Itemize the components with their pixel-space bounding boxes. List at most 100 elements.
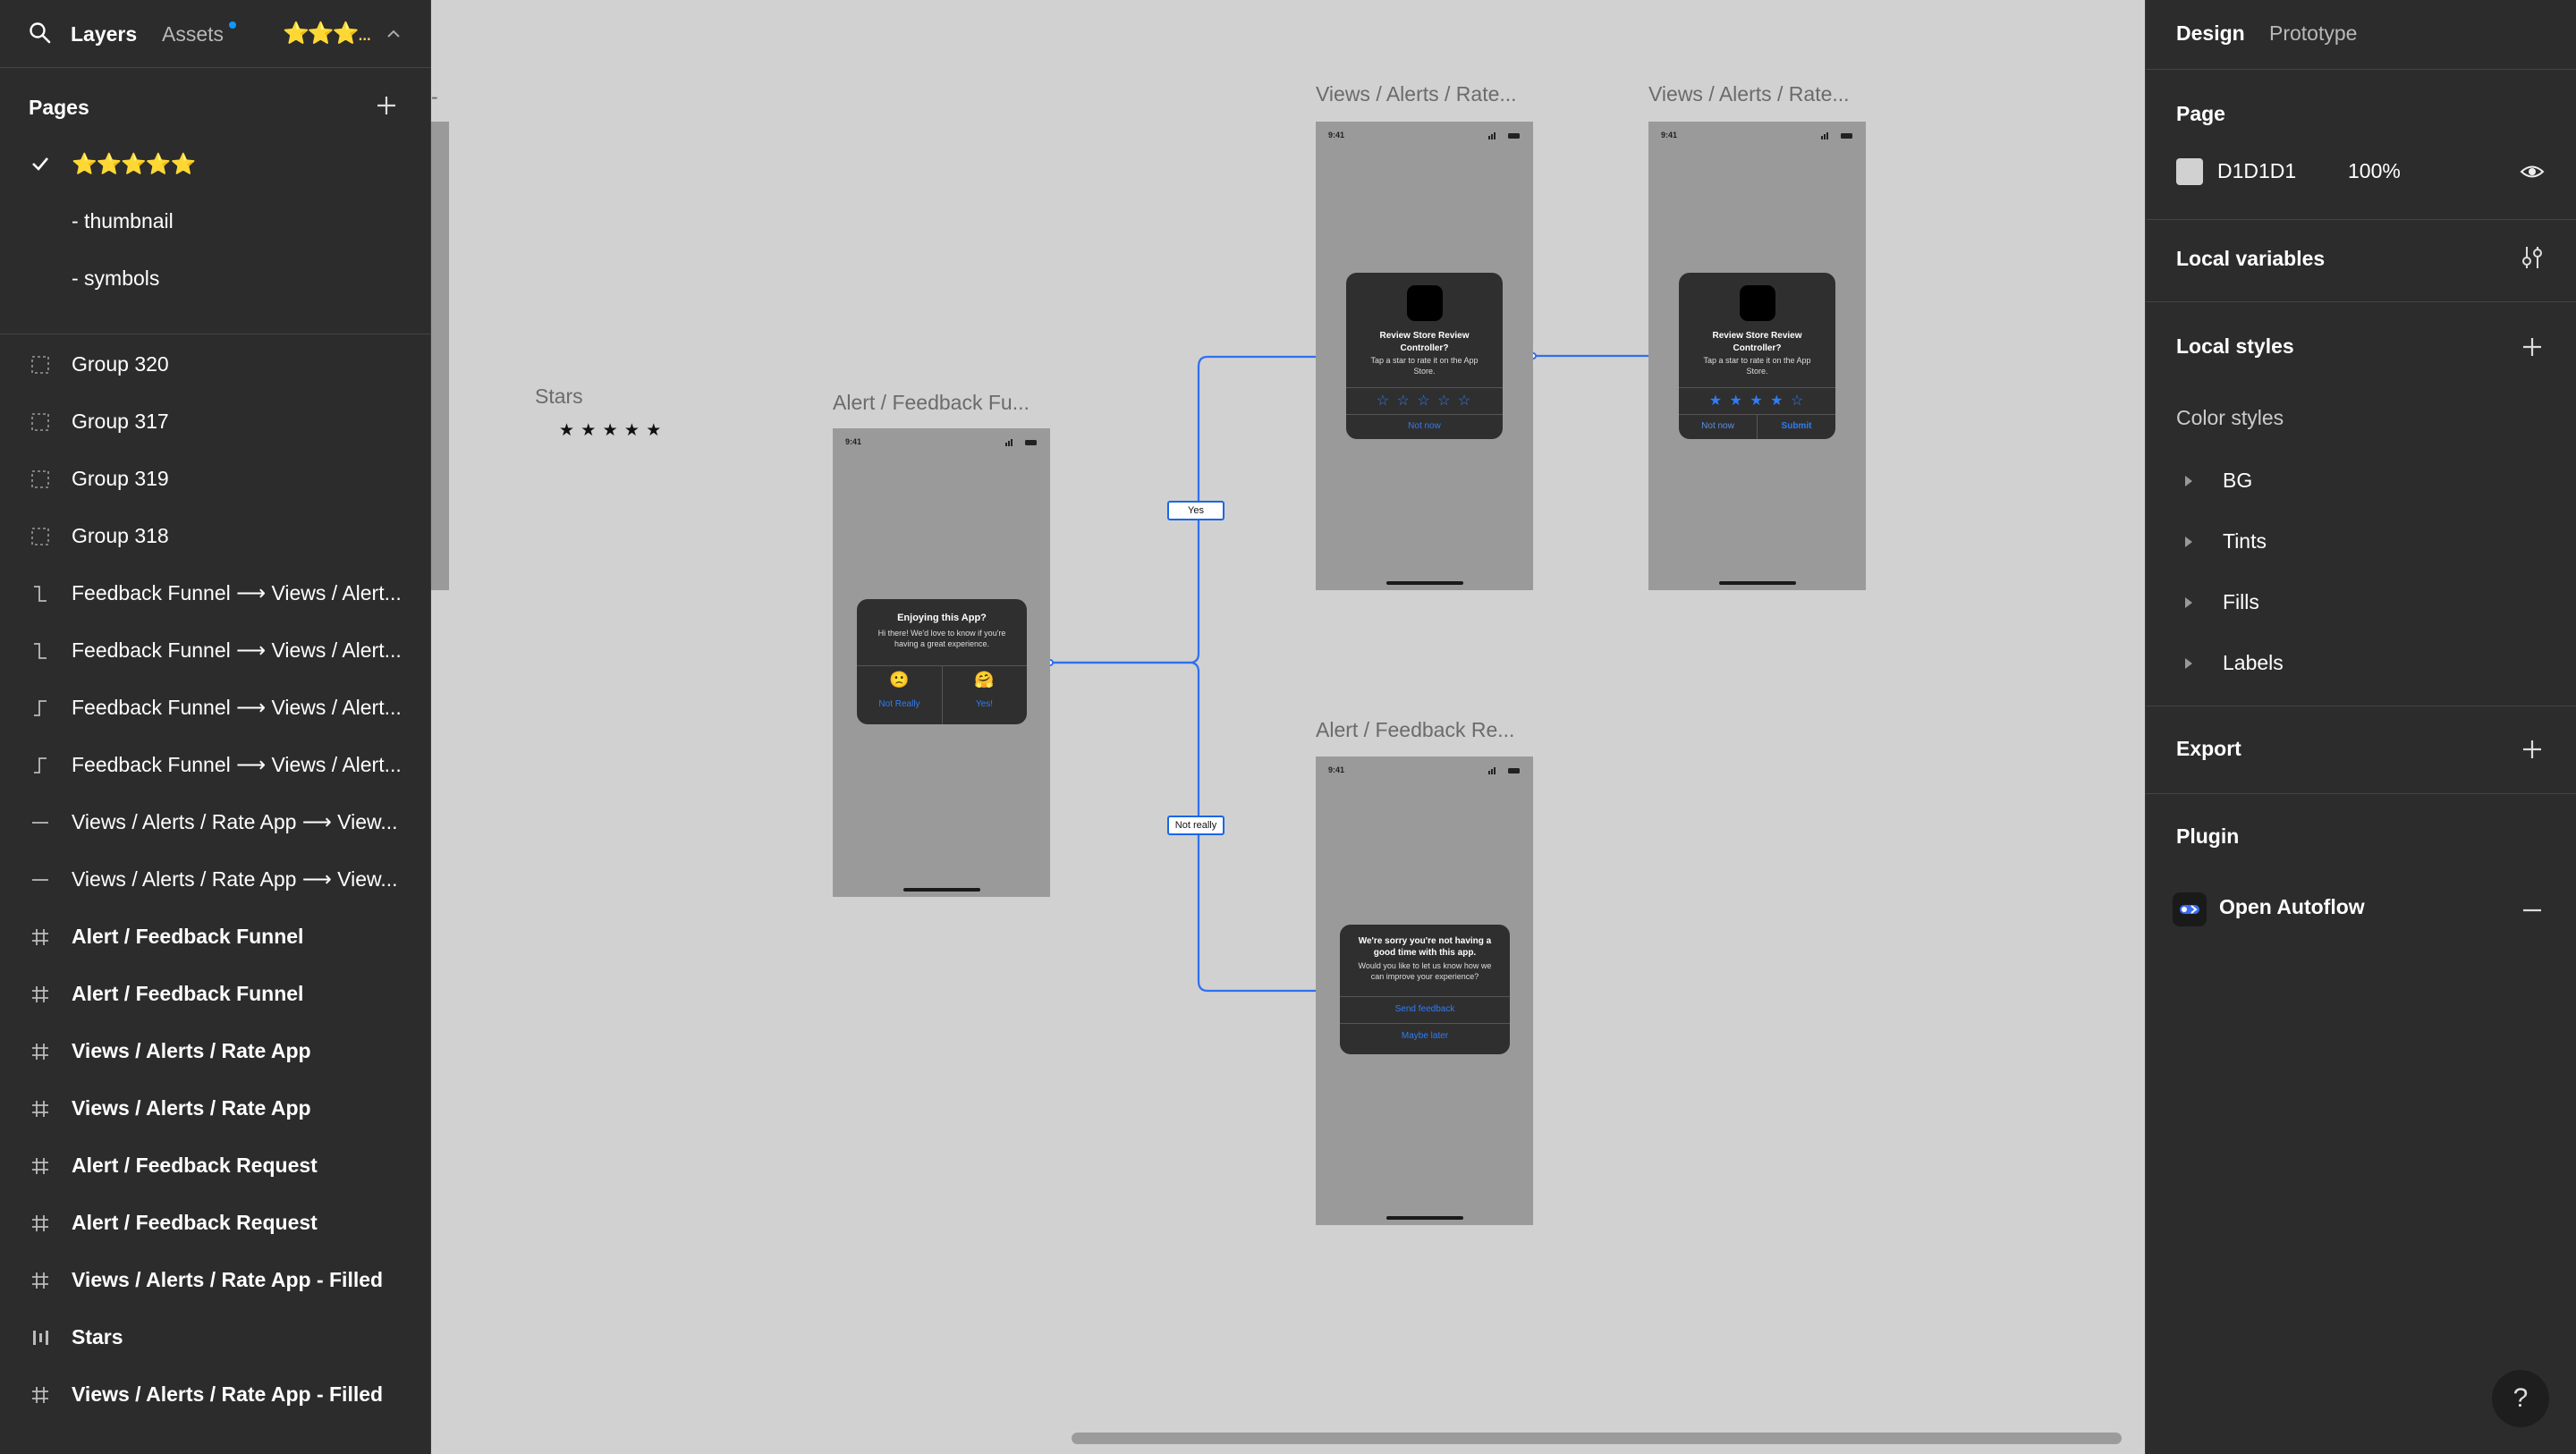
variables-settings-icon[interactable] <box>2520 245 2545 270</box>
home-indicator <box>1385 581 1463 585</box>
auto-layout-icon <box>33 1331 48 1345</box>
dialog-subtitle: Tap a star to rate it on the App Store. <box>1703 356 1811 376</box>
style-group-tints[interactable]: Tints <box>2146 517 2576 567</box>
layer-row[interactable]: Views / Alerts / Rate App <box>0 1081 431 1135</box>
page-item-thumbnail[interactable]: - thumbnail <box>0 197 431 247</box>
tabs-section <box>2146 0 2576 70</box>
page-item-stars[interactable]: ⭐️⭐️⭐️⭐️⭐️ <box>0 139 431 190</box>
connector-straight-icon <box>32 822 48 824</box>
layer-row[interactable]: Views / Alerts / Rate App - Filled <box>0 1367 431 1421</box>
pages-heading: Pages <box>29 96 89 119</box>
yes-button[interactable]: Yes! <box>942 699 1027 709</box>
chevron-right-icon[interactable] <box>2185 537 2192 547</box>
search-icon[interactable] <box>29 21 52 45</box>
sad-emoji-icon: 🙁 <box>889 671 910 689</box>
layer-row[interactable]: Alert / Feedback Request <box>0 1196 431 1249</box>
add-style-icon[interactable] <box>2520 334 2545 359</box>
status-icons <box>1821 132 1852 139</box>
not-now-button[interactable]: Not now <box>1679 421 1757 431</box>
rate-app-frame[interactable]: 9:41 Review Store Review Controller? Tap… <box>1316 122 1533 590</box>
local-variables-section[interactable]: Local variables <box>2146 220 2576 302</box>
layer-row[interactable]: Stars <box>0 1310 431 1364</box>
layer-row[interactable]: Feedback Funnel ⟶ Views / Alert... <box>0 623 431 677</box>
funnel-frame[interactable]: 9:41 Enjoying this App? Hi there! We'd l… <box>833 428 1050 897</box>
style-group-fills[interactable]: Fills <box>2146 578 2576 628</box>
dialog-title: Review Store Review Controller? <box>1712 331 1802 353</box>
chevron-up-icon[interactable] <box>385 25 402 43</box>
layer-row[interactable]: Alert / Feedback Funnel <box>0 967 431 1020</box>
rate-filled-frame-label: Views / Alerts / Rate... <box>1648 82 1850 106</box>
home-indicator <box>902 888 980 892</box>
layer-row[interactable]: Feedback Funnel ⟶ Views / Alert... <box>0 738 431 791</box>
layer-row[interactable]: Feedback Funnel ⟶ Views / Alert... <box>0 681 431 734</box>
tab-layers[interactable]: Layers <box>71 21 137 46</box>
feedback-request-frame[interactable]: 9:41 We're sorry you're not having a goo… <box>1316 757 1533 1225</box>
layer-row[interactable]: Group 317 <box>0 394 431 448</box>
layer-row[interactable]: Views / Alerts / Rate App ⟶ View... <box>0 795 431 849</box>
remove-plugin-icon[interactable] <box>2520 898 2545 923</box>
layer-name: Group 319 <box>72 467 169 490</box>
frame-icon <box>32 986 48 1002</box>
design-canvas[interactable]: - Stars ★ ★ ★ ★ ★ Yes Not really Alert /… <box>431 0 2145 1454</box>
layer-row[interactable]: Group 320 <box>0 337 431 391</box>
chevron-right-icon[interactable] <box>2185 597 2192 608</box>
frame-icon <box>32 1387 48 1403</box>
layer-row[interactable]: Group 318 <box>0 509 431 562</box>
connector-tag-yes[interactable]: Yes <box>1167 501 1224 520</box>
add-page-icon[interactable] <box>374 93 399 118</box>
layer-name: Views / Alerts / Rate App ⟶ View... <box>72 810 398 833</box>
local-variables-title[interactable]: Local variables <box>2176 247 2325 271</box>
current-page-switcher[interactable]: ⭐️⭐️⭐️... <box>283 21 372 46</box>
feedback-funnel-dialog: Enjoying this App? Hi there! We'd love t… <box>857 599 1027 724</box>
send-feedback-button[interactable]: Send feedback <box>1340 1004 1510 1014</box>
style-group-bg[interactable]: BG <box>2146 456 2576 506</box>
layer-row[interactable]: Views / Alerts / Rate App - Filled <box>0 1253 431 1306</box>
page-opacity[interactable]: 100% <box>2348 159 2401 183</box>
canvas-horizontal-scrollbar[interactable] <box>1072 1433 2122 1444</box>
layer-row[interactable]: Alert / Feedback Request <box>0 1138 431 1192</box>
not-now-button[interactable]: Not now <box>1346 421 1503 431</box>
connector-tag-not-really[interactable]: Not really <box>1167 816 1224 835</box>
help-button[interactable]: ? <box>2492 1370 2549 1427</box>
layers-topbar: Layers Assets ⭐️⭐️⭐️... <box>0 0 431 68</box>
check-icon <box>32 157 48 171</box>
page-color-hex[interactable]: D1D1D1 <box>2217 159 2296 183</box>
plugin-name[interactable]: Open Autoflow <box>2219 895 2365 919</box>
add-export-icon[interactable] <box>2520 737 2545 762</box>
properties-panel: Design Prototype Page D1D1D1 100% Local … <box>2145 0 2576 1454</box>
flow-connectors <box>1046 351 1657 996</box>
layer-name: Feedback Funnel ⟶ Views / Alert... <box>72 753 402 776</box>
maybe-later-button[interactable]: Maybe later <box>1340 1031 1510 1041</box>
connector-elbow-up-icon <box>34 757 47 773</box>
layer-row[interactable]: Views / Alerts / Rate App ⟶ View... <box>0 852 431 906</box>
rate-app-filled-frame[interactable]: 9:41 Review Store Review Controller? Tap… <box>1648 122 1866 590</box>
rating-stars[interactable]: ★ ★ ★ ★ ☆ <box>1679 392 1835 410</box>
group-icon <box>31 470 49 488</box>
layer-name: Group 318 <box>72 524 169 547</box>
page-section: Page D1D1D1 100% <box>2146 70 2576 220</box>
submit-button[interactable]: Submit <box>1758 421 1835 431</box>
layer-row[interactable]: Alert / Feedback Funnel <box>0 909 431 963</box>
style-group-label: Fills <box>2223 590 2259 613</box>
page-item-symbols[interactable]: - symbols <box>0 254 431 304</box>
rating-stars[interactable]: ☆ ☆ ☆ ☆ ☆ <box>1346 392 1503 410</box>
status-icons <box>1488 767 1520 774</box>
page-color-swatch[interactable] <box>2176 158 2203 185</box>
style-group-label: Tints <box>2223 529 2267 553</box>
style-group-labels[interactable]: Labels <box>2146 638 2576 689</box>
chevron-right-icon[interactable] <box>2185 658 2192 669</box>
color-styles-title: Color styles <box>2176 406 2284 429</box>
connector-straight-icon <box>32 879 48 881</box>
layer-name: Alert / Feedback Funnel <box>72 982 304 1005</box>
dialog-title: Enjoying this App? <box>897 613 987 623</box>
layer-row[interactable]: Group 319 <box>0 452 431 505</box>
layer-row[interactable]: Views / Alerts / Rate App <box>0 1024 431 1078</box>
not-really-button[interactable]: Not Really <box>857 699 942 709</box>
tab-assets[interactable]: Assets <box>162 21 224 46</box>
layer-row[interactable]: Feedback Funnel ⟶ Views / Alert... <box>0 566 431 620</box>
dialog-subtitle: Would you like to let us know how we can… <box>1358 961 1492 981</box>
chevron-right-icon[interactable] <box>2185 476 2192 486</box>
layer-name: Feedback Funnel ⟶ Views / Alert... <box>72 638 402 662</box>
page-label: - symbols <box>72 266 160 290</box>
eye-icon[interactable] <box>2520 159 2545 184</box>
